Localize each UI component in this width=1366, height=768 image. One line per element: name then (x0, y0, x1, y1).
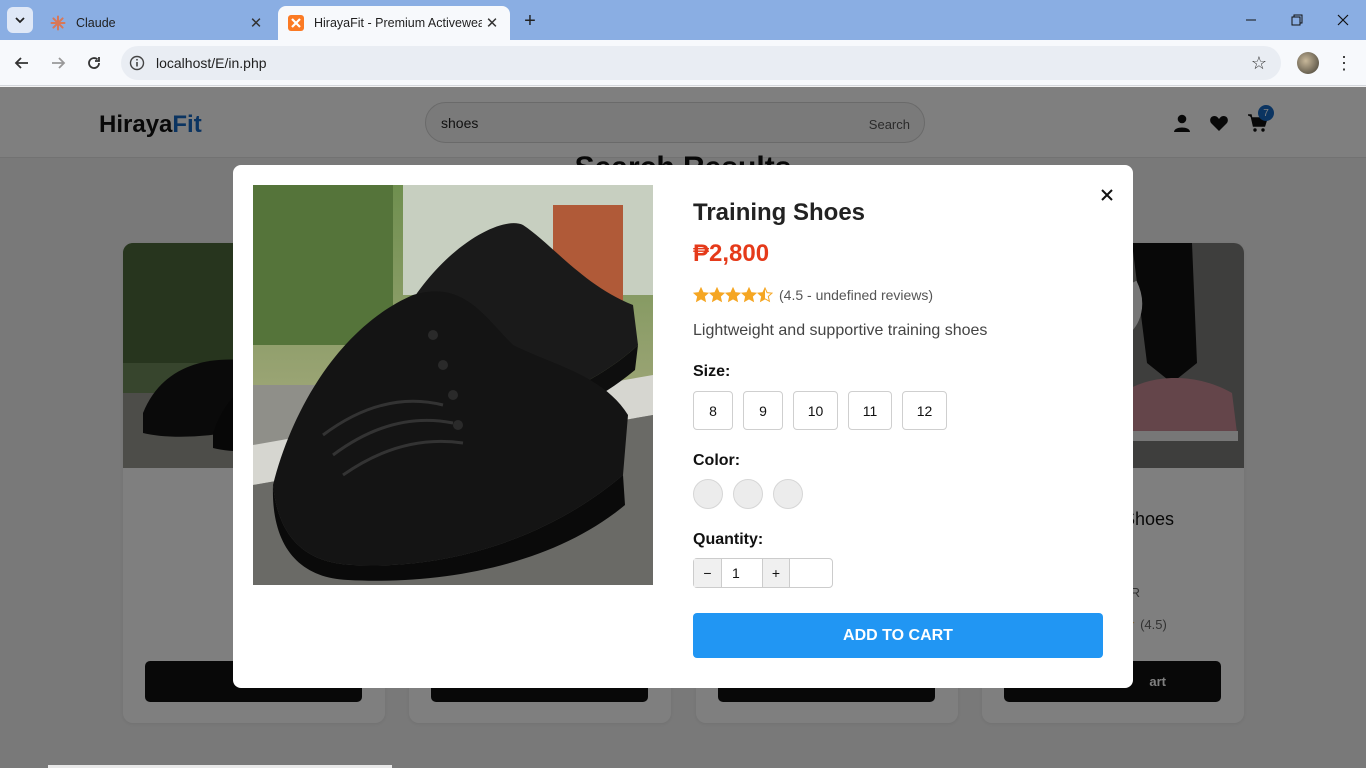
star-half-icon (757, 287, 773, 303)
product-photo (253, 185, 653, 585)
size-options: 8 9 10 11 12 (693, 391, 947, 430)
claude-icon (50, 15, 66, 31)
close-icon[interactable]: ✕ (246, 13, 266, 33)
close-icon[interactable]: ✕ (482, 13, 502, 33)
tab-search-button[interactable] (7, 7, 33, 33)
xampp-icon (288, 15, 304, 31)
color-label: Color: (693, 452, 741, 469)
reload-icon (88, 57, 100, 69)
tab-hirayafit[interactable]: HirayaFit - Premium Activewear ✕ (278, 6, 510, 40)
arrow-left-icon (14, 57, 28, 69)
forward-button[interactable] (44, 49, 72, 77)
quantity-stepper: − 1 + (693, 558, 833, 588)
increase-quantity-button[interactable]: + (762, 559, 790, 587)
color-swatch[interactable] (733, 479, 763, 509)
star-full-icon (693, 287, 709, 303)
product-title: Training Shoes (693, 199, 866, 226)
minimize-icon (1246, 19, 1256, 21)
tab-title: Claude (76, 16, 116, 30)
restore-icon (1291, 14, 1303, 26)
tab-title: HirayaFit - Premium Activewear (314, 16, 482, 30)
arrow-right-icon (52, 57, 66, 69)
star-rating (693, 287, 773, 303)
close-modal-button[interactable] (1095, 183, 1119, 207)
product-quick-view-modal: Training Shoes ₱2,800 (4.5 - undefined r… (233, 165, 1133, 688)
url-text: localhost/E/in.php (156, 55, 267, 71)
decrease-quantity-button[interactable]: − (694, 559, 722, 587)
browser-toolbar: localhost/E/in.php ☆ ⋮ (0, 40, 1366, 86)
minimize-button[interactable] (1228, 6, 1274, 34)
new-tab-button[interactable]: + (518, 9, 542, 33)
close-icon (1101, 189, 1113, 201)
star-full-icon (725, 287, 741, 303)
product-description: Lightweight and supportive training shoe… (693, 322, 988, 339)
size-option[interactable]: 10 (793, 391, 838, 430)
site-info-icon[interactable] (126, 52, 148, 74)
reload-button[interactable] (80, 49, 108, 77)
close-icon (1337, 14, 1349, 26)
size-label: Size: (693, 363, 731, 380)
tab-claude[interactable]: Claude ✕ (40, 6, 274, 40)
color-options (693, 479, 803, 509)
size-option[interactable]: 11 (848, 391, 892, 430)
color-swatch[interactable] (693, 479, 723, 509)
color-swatch[interactable] (773, 479, 803, 509)
browser-tab-strip: Claude ✕ HirayaFit - Premium Activewear … (0, 0, 1366, 40)
quantity-label: Quantity: (693, 531, 764, 548)
restore-button[interactable] (1274, 6, 1320, 34)
back-button[interactable] (8, 49, 36, 77)
bookmark-star-icon[interactable]: ☆ (1251, 53, 1267, 74)
star-full-icon (709, 287, 725, 303)
browser-menu-icon[interactable]: ⋮ (1335, 50, 1353, 76)
address-bar[interactable]: localhost/E/in.php ☆ (121, 46, 1281, 80)
size-option[interactable]: 12 (902, 391, 947, 430)
product-rating: (4.5 - undefined reviews) (693, 287, 933, 303)
chevron-down-icon (15, 17, 25, 24)
add-to-cart-button[interactable]: ADD TO CART (693, 613, 1103, 658)
quantity-input[interactable]: 1 (722, 559, 762, 587)
window-close-button[interactable] (1320, 6, 1366, 34)
star-full-icon (741, 287, 757, 303)
size-option[interactable]: 8 (693, 391, 733, 430)
product-price: ₱2,800 (693, 240, 770, 267)
profile-avatar[interactable] (1297, 52, 1319, 74)
size-option[interactable]: 9 (743, 391, 783, 430)
rating-text: (4.5 - undefined reviews) (779, 287, 934, 303)
